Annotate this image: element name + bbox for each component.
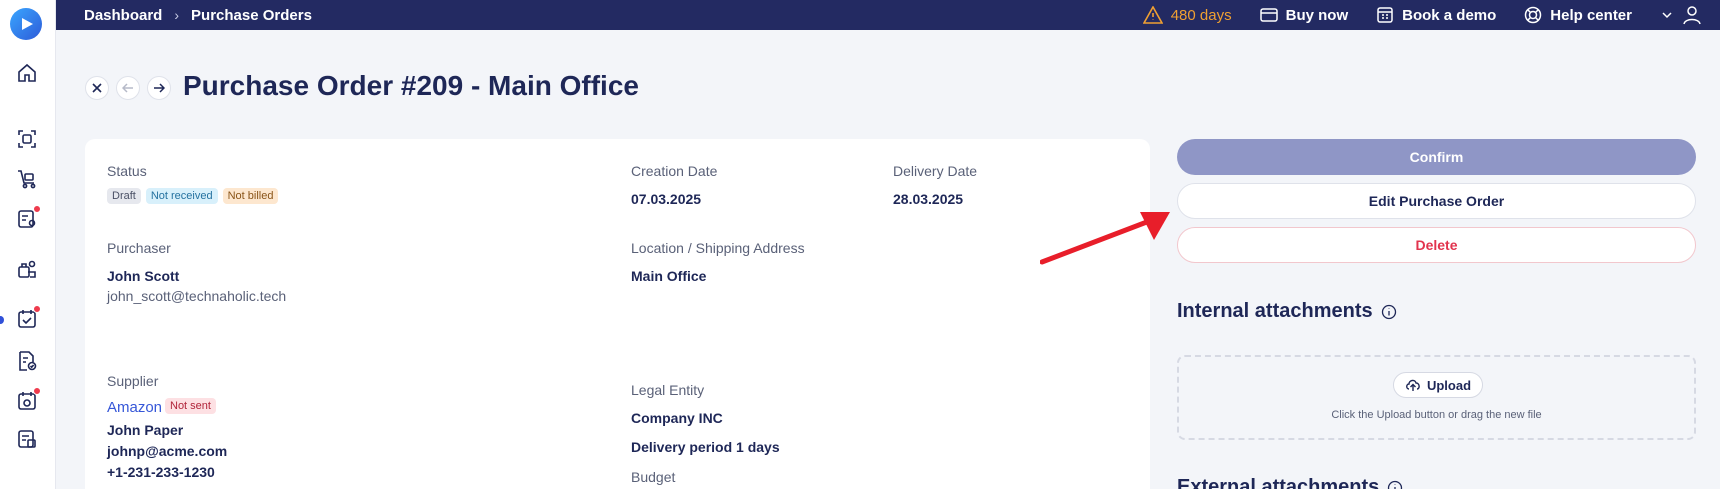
notification-dot	[33, 205, 41, 213]
legal-entity-label: Legal Entity	[631, 382, 705, 398]
supplier-contact: John Paper	[107, 422, 184, 438]
next-button[interactable]	[147, 76, 171, 100]
delete-button[interactable]: Delete	[1177, 227, 1696, 263]
legal-entity-value: Company INC	[631, 410, 723, 426]
breadcrumb-dashboard[interactable]: Dashboard	[84, 7, 162, 24]
edit-purchase-order-button[interactable]: Edit Purchase Order	[1177, 183, 1696, 219]
warning-icon	[1142, 6, 1163, 24]
app-logo[interactable]	[10, 8, 42, 40]
breadcrumb: Dashboard › Purchase Orders	[84, 0, 312, 30]
previous-button[interactable]	[116, 76, 140, 100]
internal-attachments-dropzone[interactable]: Upload Click the Upload button or drag t…	[1177, 355, 1696, 440]
notification-dot	[33, 387, 41, 395]
supplier-label: Supplier	[107, 373, 159, 389]
status-label: Status	[107, 163, 147, 179]
suppliers-icon[interactable]	[16, 258, 38, 280]
status-badge-not-received: Not received	[145, 188, 218, 204]
arrow-right-icon	[154, 83, 165, 93]
upload-label: Upload	[1426, 377, 1472, 393]
order-details-card: Status Draft Not received Not billed Cre…	[85, 139, 1150, 489]
info-icon[interactable]	[1387, 480, 1403, 489]
home-icon[interactable]	[16, 62, 38, 84]
location-value: Main Office	[631, 268, 707, 284]
card-icon	[1259, 8, 1278, 22]
book-demo-label: Book a demo	[1402, 6, 1497, 24]
close-icon	[92, 83, 102, 93]
invoice-check-icon[interactable]	[16, 350, 38, 372]
annotation-arrow	[1040, 212, 1170, 265]
supplier-email: johnp@acme.com	[107, 443, 228, 459]
trial-days: 480 days	[1170, 6, 1232, 24]
supplier-badge-wrap: Not sent	[165, 398, 216, 414]
delivery-date-value: 28.03.2025	[893, 191, 964, 207]
status-badges: Draft Not received Not billed	[107, 188, 279, 204]
receipt-icon[interactable]	[16, 387, 41, 412]
location-label: Location / Shipping Address	[631, 240, 805, 256]
user-menu[interactable]	[1660, 5, 1702, 25]
external-attachments-title: External attachments	[1177, 476, 1380, 489]
user-icon	[1683, 6, 1701, 25]
scan-icon[interactable]	[16, 128, 38, 150]
supplier-link[interactable]: Amazon	[107, 399, 162, 416]
chevron-down-icon	[1662, 12, 1672, 19]
supplier-phone: +1-231-233-1230	[107, 464, 215, 480]
delivery-period: Delivery period 1 days	[631, 439, 780, 455]
top-bar: Dashboard › Purchase Orders 480 days Buy…	[56, 0, 1720, 30]
cloud-upload-icon	[1406, 379, 1420, 391]
book-demo-button[interactable]: Book a demo	[1376, 6, 1496, 24]
creation-date-label: Creation Date	[631, 163, 718, 179]
supplier-status-badge: Not sent	[165, 398, 216, 414]
help-center-label: Help center	[1550, 6, 1632, 24]
budget-label: Budget	[631, 469, 676, 485]
purchaser-label: Purchaser	[107, 240, 171, 256]
internal-attachments-title: Internal attachments	[1177, 300, 1373, 322]
sidebar	[0, 0, 56, 489]
external-attachments-heading: External attachments	[1177, 476, 1403, 489]
info-icon[interactable]	[1381, 304, 1397, 320]
delivery-date-label: Delivery Date	[893, 163, 978, 179]
purchaser-email: john_scott@technaholic.tech	[107, 288, 287, 304]
buy-now-label: Buy now	[1285, 6, 1349, 24]
billing-icon[interactable]	[16, 428, 38, 450]
purchase-orders-icon[interactable]	[16, 305, 41, 330]
orders-user-icon[interactable]	[16, 205, 41, 230]
upload-button[interactable]: Upload	[1393, 372, 1483, 398]
creation-date-value: 07.03.2025	[631, 191, 702, 207]
close-button[interactable]	[85, 76, 109, 100]
page-title: Purchase Order #209 - Main Office	[183, 70, 639, 101]
internal-attachments-heading: Internal attachments	[1177, 300, 1397, 323]
breadcrumb-purchase-orders[interactable]: Purchase Orders	[191, 7, 312, 24]
cart-icon[interactable]	[16, 168, 38, 190]
lifebuoy-icon	[1525, 6, 1542, 24]
chevron-right-icon: ›	[174, 7, 180, 23]
arrow-left-icon	[122, 83, 133, 93]
purchaser-name: John Scott	[107, 268, 180, 284]
trial-warning[interactable]: 480 days	[1142, 6, 1232, 24]
notification-dot	[33, 305, 41, 313]
calendar-icon	[1377, 7, 1393, 23]
help-center-button[interactable]: Help center	[1524, 6, 1632, 24]
confirm-button[interactable]: Confirm	[1177, 139, 1696, 175]
dropzone-hint: Click the Upload button or drag the new …	[1331, 409, 1542, 421]
status-badge-draft: Draft	[107, 188, 141, 204]
status-badge-not-billed: Not billed	[222, 188, 279, 204]
active-indicator	[0, 316, 4, 324]
buy-now-button[interactable]: Buy now	[1259, 6, 1349, 24]
